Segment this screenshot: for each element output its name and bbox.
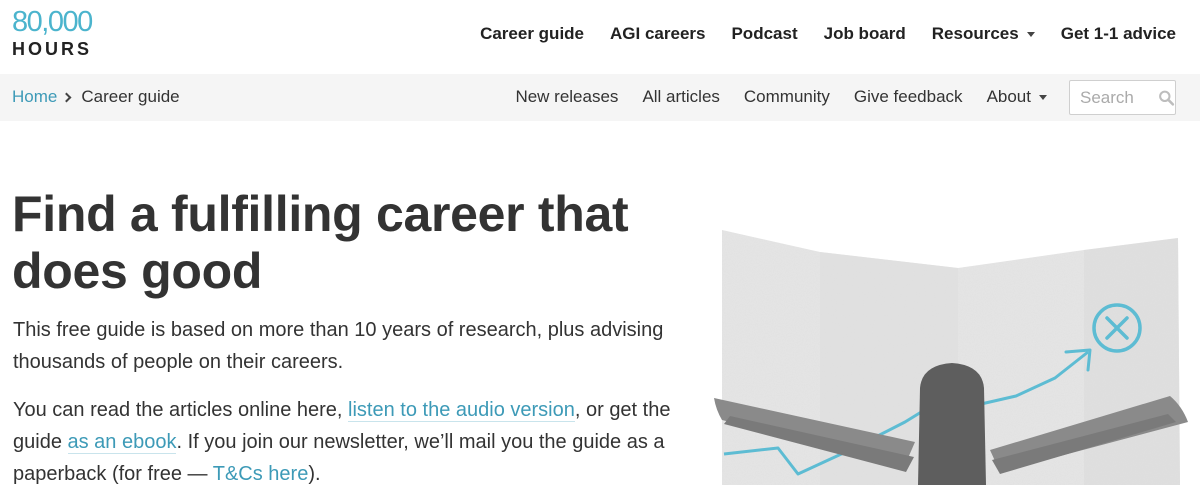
terms-link[interactable]: T&Cs here — [212, 463, 309, 485]
nav-podcast[interactable]: Podcast — [731, 24, 797, 44]
subnav-new-releases[interactable]: New releases — [515, 87, 618, 107]
logo-word: HOURS — [12, 39, 93, 59]
subnav-give-feedback[interactable]: Give feedback — [854, 87, 963, 107]
search-icon[interactable] — [1158, 88, 1175, 108]
nav-advice[interactable]: Get 1-1 advice — [1061, 24, 1176, 44]
subnav-about[interactable]: About — [987, 87, 1047, 107]
search-box — [1069, 80, 1176, 115]
nav-agi-careers[interactable]: AGI careers — [610, 24, 705, 44]
intro-paragraph: This free guide is based on more than 10… — [13, 319, 664, 373]
nav-job-board[interactable]: Job board — [824, 24, 906, 44]
search-input[interactable] — [1080, 87, 1156, 108]
breadcrumb-home[interactable]: Home — [12, 87, 57, 107]
page-title: Find a fulfilling career that does good — [12, 186, 629, 299]
site-logo[interactable]: 80,000 HOURS — [12, 6, 93, 59]
sub-header: Home Career guide New releases All artic… — [0, 74, 1200, 121]
site-header: 80,000 HOURS Career guide AGI careers Po… — [0, 0, 1200, 74]
read-prefix-text: You can read the articles online here, — [13, 399, 349, 421]
chevron-down-icon — [1026, 31, 1035, 37]
nav-resources[interactable]: Resources — [932, 24, 1035, 44]
logo-number: 80,000 — [12, 6, 93, 38]
sub-nav: New releases All articles Community Give… — [491, 87, 1047, 107]
main-nav: Career guide AGI careers Podcast Job boa… — [454, 24, 1176, 44]
breadcrumb: Home Career guide — [12, 87, 180, 107]
nav-career-guide[interactable]: Career guide — [480, 24, 584, 44]
ebook-link[interactable]: as an ebook — [67, 431, 177, 454]
person-head-icon — [918, 363, 986, 485]
chevron-right-icon — [61, 92, 72, 102]
subnav-about-label: About — [986, 87, 1031, 106]
audio-version-link[interactable]: listen to the audio version — [348, 399, 575, 422]
nav-resources-label: Resources — [931, 24, 1019, 43]
read-suffix-text: ). — [308, 463, 321, 485]
subnav-community[interactable]: Community — [744, 87, 830, 107]
map-fold-shade-right — [1084, 238, 1180, 485]
chevron-down-icon — [1039, 94, 1047, 100]
breadcrumb-current: Career guide — [81, 87, 180, 106]
read-options-paragraph: You can read the articles online here, l… — [13, 394, 673, 485]
career-map-illustration — [714, 230, 1188, 485]
subnav-all-articles[interactable]: All articles — [642, 87, 719, 107]
